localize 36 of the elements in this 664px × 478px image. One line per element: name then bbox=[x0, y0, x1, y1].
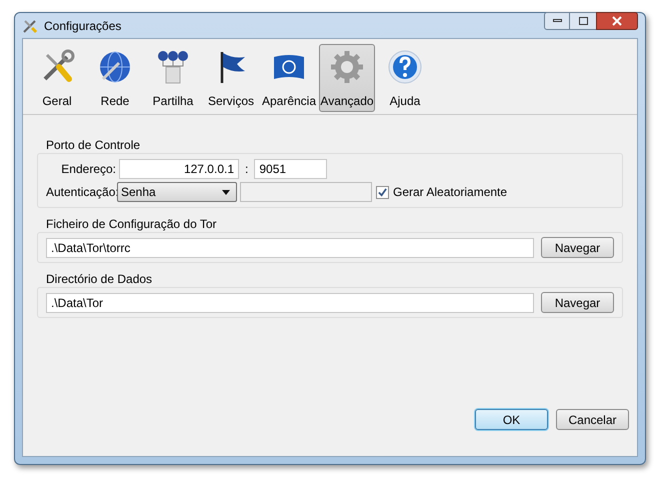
minimize-button[interactable] bbox=[544, 12, 570, 30]
close-icon bbox=[612, 16, 622, 26]
random-checkbox[interactable] bbox=[376, 186, 389, 198]
network-icon bbox=[155, 49, 191, 85]
check-icon bbox=[378, 188, 387, 196]
toolbar-tab[interactable]: Rede bbox=[87, 44, 143, 112]
window-title: Configurações bbox=[44, 18, 122, 34]
address-label: Endereço: bbox=[60, 161, 116, 178]
cancel-button[interactable]: Cancelar bbox=[556, 409, 629, 430]
config-path-field[interactable]: .\Data\Tor\torrc bbox=[46, 238, 534, 258]
maximize-button[interactable] bbox=[570, 12, 596, 30]
toolbar-tab[interactable]: Partilha bbox=[145, 44, 201, 112]
browse-button[interactable]: Navegar bbox=[541, 292, 614, 313]
separator-label: : bbox=[245, 161, 248, 178]
toolbar-tab[interactable]: Aparência bbox=[261, 44, 317, 112]
tools-icon bbox=[22, 18, 38, 34]
gear-icon bbox=[329, 49, 365, 85]
data-path-field[interactable]: .\Data\Tor bbox=[46, 292, 534, 312]
group-title: Porto de Controle bbox=[46, 137, 142, 153]
address-field[interactable]: 127.0.0.1 bbox=[119, 159, 239, 179]
toolbar-tab[interactable]: Avançado bbox=[319, 44, 375, 112]
auth-label: Autenticação: bbox=[46, 184, 116, 201]
globe-wrench-icon bbox=[97, 49, 133, 85]
random-label: Gerar Aleatoriamente bbox=[393, 184, 508, 201]
group-title: Ficheiro de Configuração do Tor bbox=[46, 216, 218, 232]
ok-button[interactable]: OK bbox=[475, 409, 548, 430]
close-button[interactable] bbox=[596, 12, 638, 30]
toolbar-tab[interactable]: Ajuda bbox=[377, 44, 433, 112]
help-icon bbox=[387, 49, 423, 85]
dropdown-arrow-icon bbox=[222, 190, 230, 194]
browse-button[interactable]: Navegar bbox=[541, 237, 614, 258]
auth-dropdown[interactable]: Senha bbox=[117, 182, 237, 202]
toolbar-tab[interactable]: Serviços bbox=[203, 44, 259, 112]
toolbar-tab[interactable]: Geral bbox=[29, 44, 85, 112]
port-field[interactable]: 9051 bbox=[254, 159, 328, 179]
group-title: Directório de Dados bbox=[46, 271, 154, 287]
